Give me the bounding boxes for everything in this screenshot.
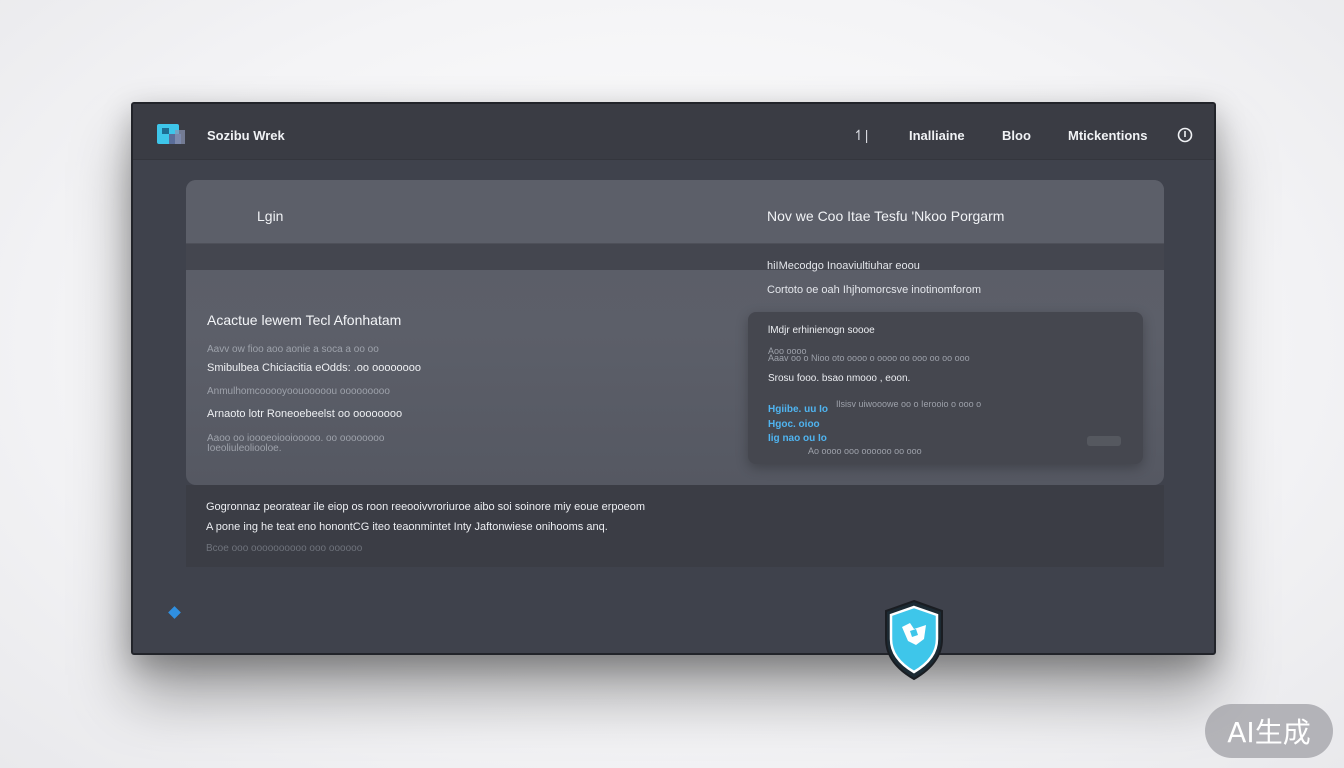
text-line: Arnaoto lotr Roneoebeelst oo oooooooo — [207, 408, 403, 420]
info-icon[interactable] — [1177, 127, 1193, 143]
card-link-3[interactable]: Iig nao ou Io — [768, 433, 827, 444]
app-window: Sozibu Wrek ↿| Inalliaine Bloo Mtickenti… — [131, 102, 1216, 655]
card-side-text: Ilsisv uiwooowe oo o Ierooio o ooo o — [836, 399, 982, 409]
nav-item-mtickentions[interactable]: Mtickentions — [1068, 128, 1147, 143]
brand-name[interactable]: Sozibu Wrek — [207, 128, 285, 143]
panel-divider-band — [186, 244, 1164, 270]
description-line-faint: Bcoe ooo oooooooooo ooo oooooo — [206, 543, 363, 554]
ai-generated-badge: AI生成 — [1205, 704, 1333, 758]
description-line: Gogronnaz peoratear ile eiop os roon ree… — [206, 501, 646, 513]
panel-header — [186, 180, 1164, 244]
card-link-1[interactable]: Hgiibe. uu Io — [768, 404, 828, 415]
section-heading: Acactue lewem Tecl Afonhatam — [207, 312, 402, 328]
text-line: Ioeoliuleoliooloe. — [207, 443, 282, 454]
description-line: A pone ing he teat eno honontCG iteo tea… — [206, 521, 608, 533]
program-title: Nov we Coo Itae Tesfu 'Nkoo Porgarm — [767, 208, 1005, 224]
card-text-line: Srosu fooo. bsao nmooo , eoon. — [768, 373, 911, 384]
brand-logo-icon[interactable] — [157, 124, 187, 146]
shield-icon[interactable] — [882, 599, 946, 681]
top-navbar: Sozibu Wrek ↿| Inalliaine Bloo Mtickenti… — [133, 104, 1214, 160]
card-title: lMdjr erhinienogn soooe — [768, 325, 875, 336]
text-line: Smibulbea Chiciacitia eOdds: .oo ooooooo… — [207, 362, 422, 374]
description-area: Gogronnaz peoratear ile eiop os roon ree… — [186, 485, 1164, 567]
nav-item-bloo[interactable]: Bloo — [1002, 128, 1031, 143]
nav-item-inalliaine[interactable]: Inalliaine — [909, 128, 965, 143]
program-subtitle-2: Cortoto oe oah Ihjhomorcsve inotinomforo… — [767, 284, 981, 296]
nav-cursor-icon[interactable]: ↿| — [853, 127, 868, 144]
card-bottom-text: Ao oooo ooo oooooo oo ooo — [808, 446, 922, 456]
login-panel: Lgin Nov we Coo Itae Tesfu 'Nkoo Porgarm… — [186, 180, 1164, 485]
info-card: lMdjr erhinienogn soooe Aoo oooo Aaav oo… — [748, 312, 1143, 464]
program-subtitle-1: hiIMecodgo Inoaviultiuhar eoou — [767, 260, 920, 272]
card-action-button[interactable] — [1087, 436, 1121, 446]
text-line: Aavv ow fioo aoo aonie a soca a oo oo — [207, 344, 379, 355]
text-line: Anmulhomcooooyoouooooou ooooooooo — [207, 386, 390, 397]
tab-login[interactable]: Lgin — [257, 208, 283, 224]
diamond-marker-icon — [168, 606, 181, 619]
card-faint-line: Aaav oo o Nioo oto oooo o oooo oo ooo oo… — [768, 353, 970, 363]
card-link-2[interactable]: Hgoc. oioo — [768, 419, 820, 430]
